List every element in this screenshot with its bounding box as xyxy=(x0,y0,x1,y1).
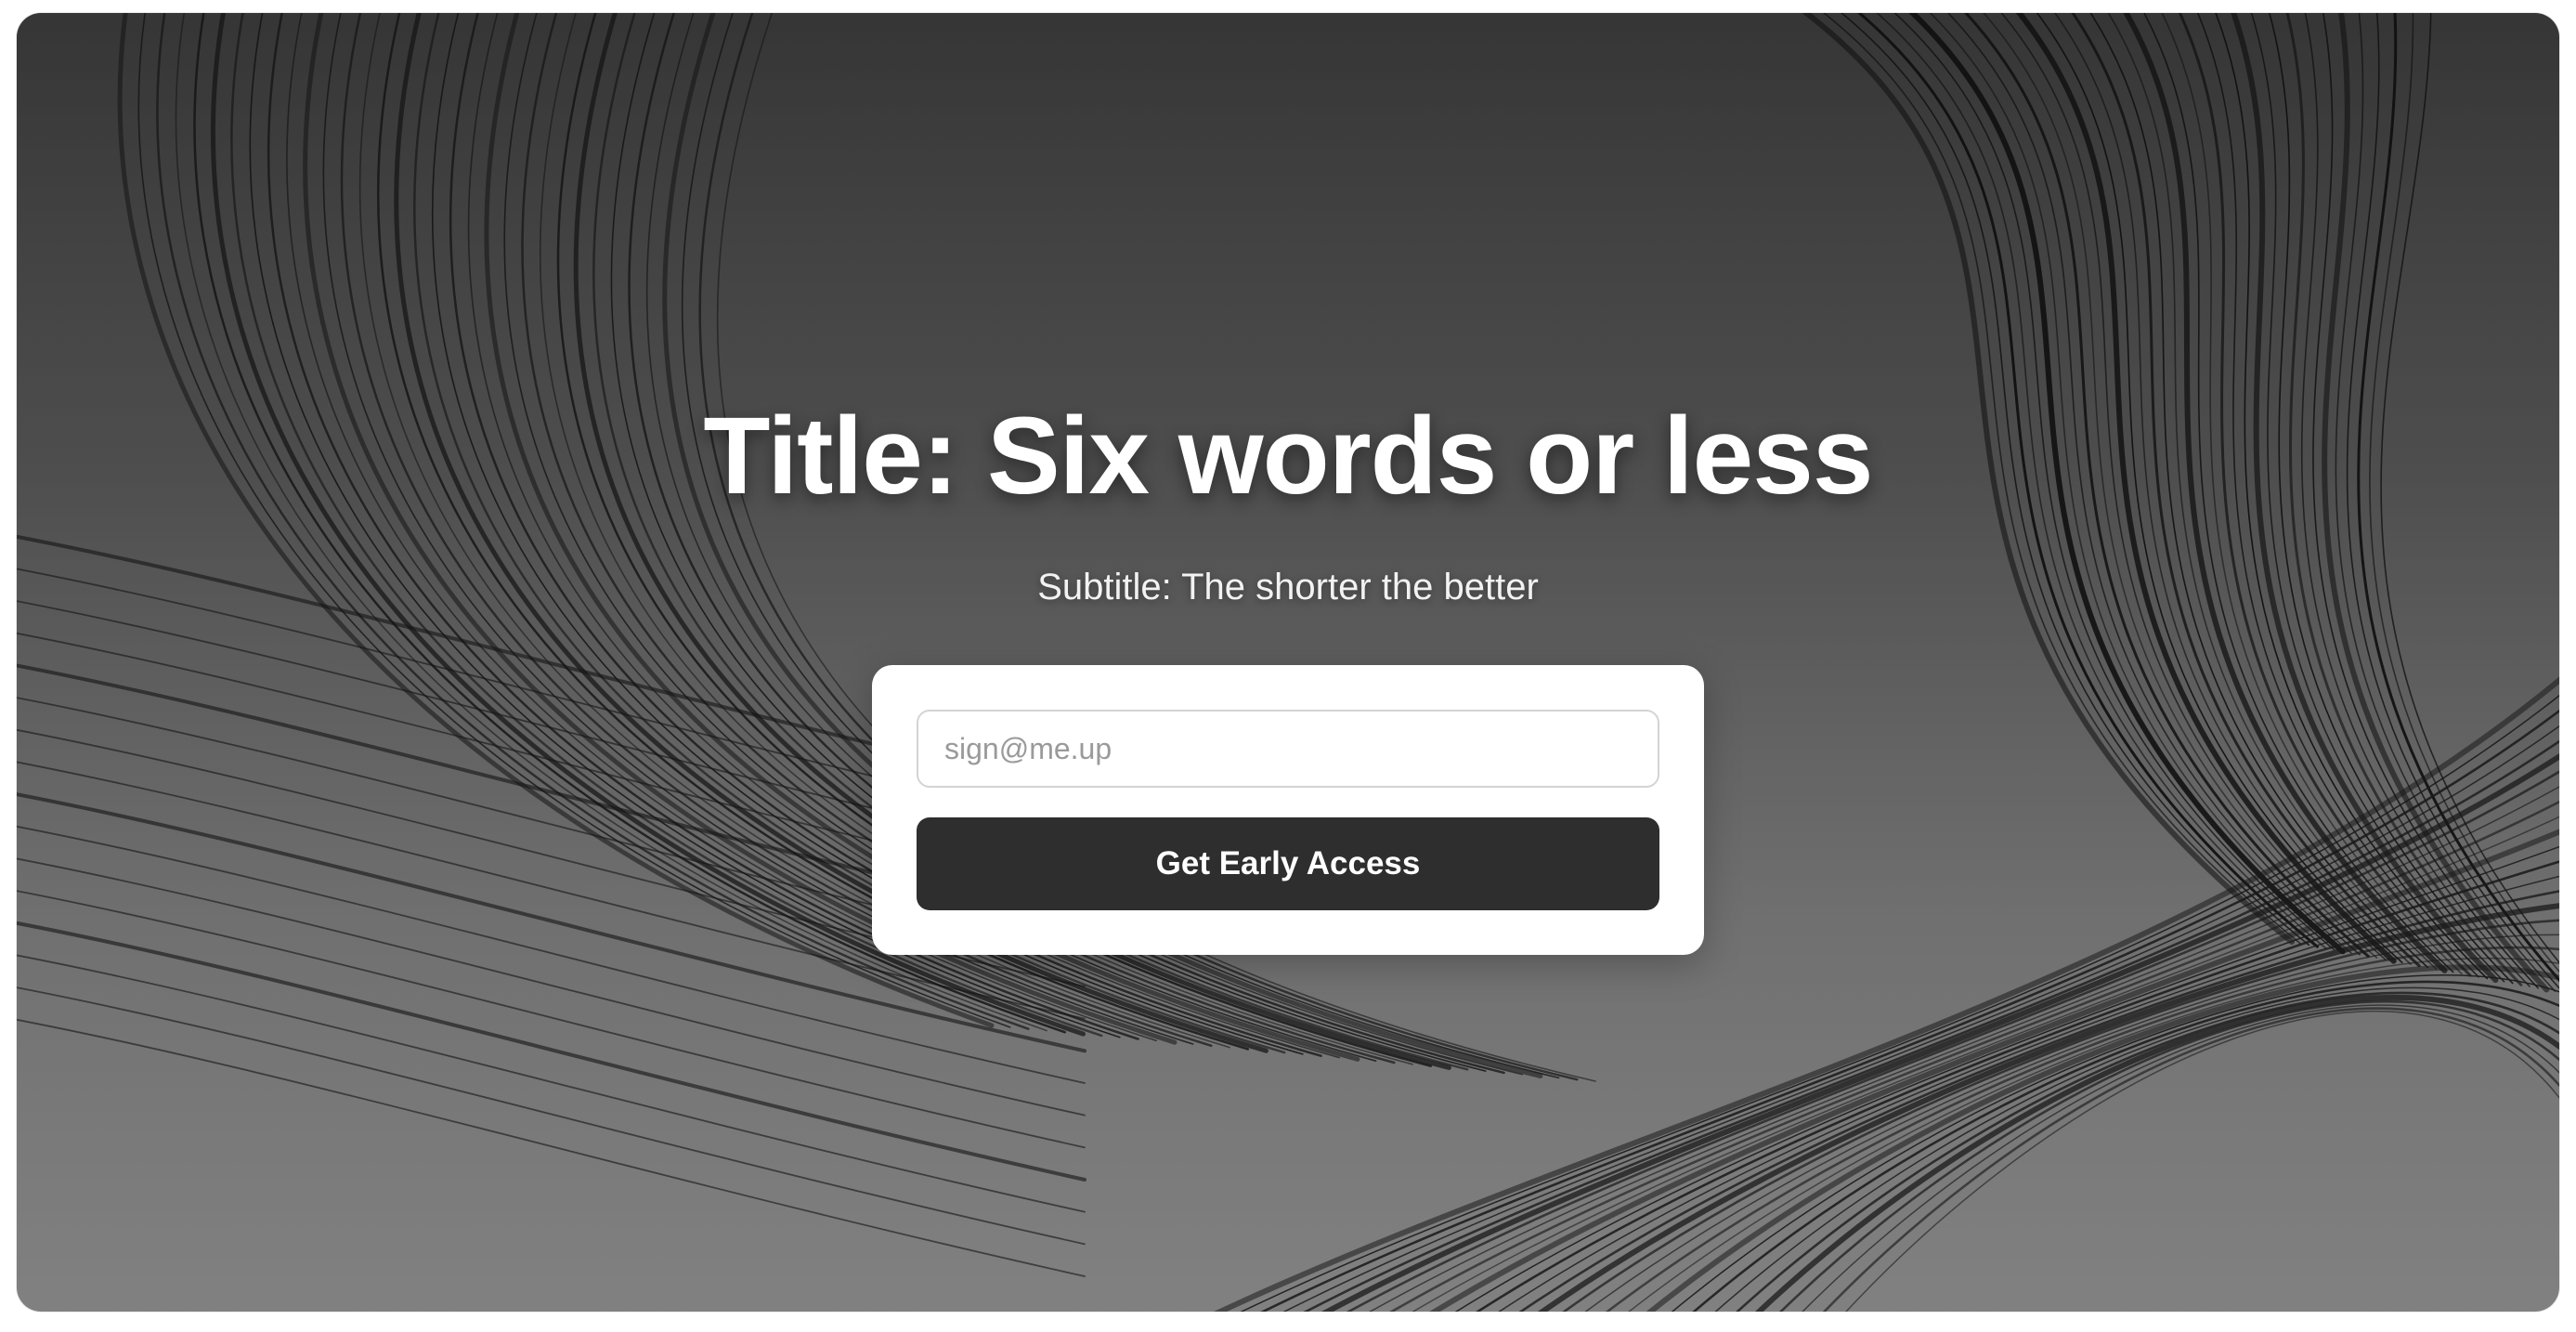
page-title: Title: Six words or less xyxy=(703,395,1873,517)
get-early-access-button[interactable]: Get Early Access xyxy=(917,817,1659,910)
hero-content: Title: Six words or less Subtitle: The s… xyxy=(17,13,2559,1312)
page-subtitle: Subtitle: The shorter the better xyxy=(1037,567,1539,607)
signup-card: Get Early Access xyxy=(872,665,1704,955)
email-input[interactable] xyxy=(917,710,1659,788)
hero-section: Title: Six words or less Subtitle: The s… xyxy=(17,13,2559,1312)
